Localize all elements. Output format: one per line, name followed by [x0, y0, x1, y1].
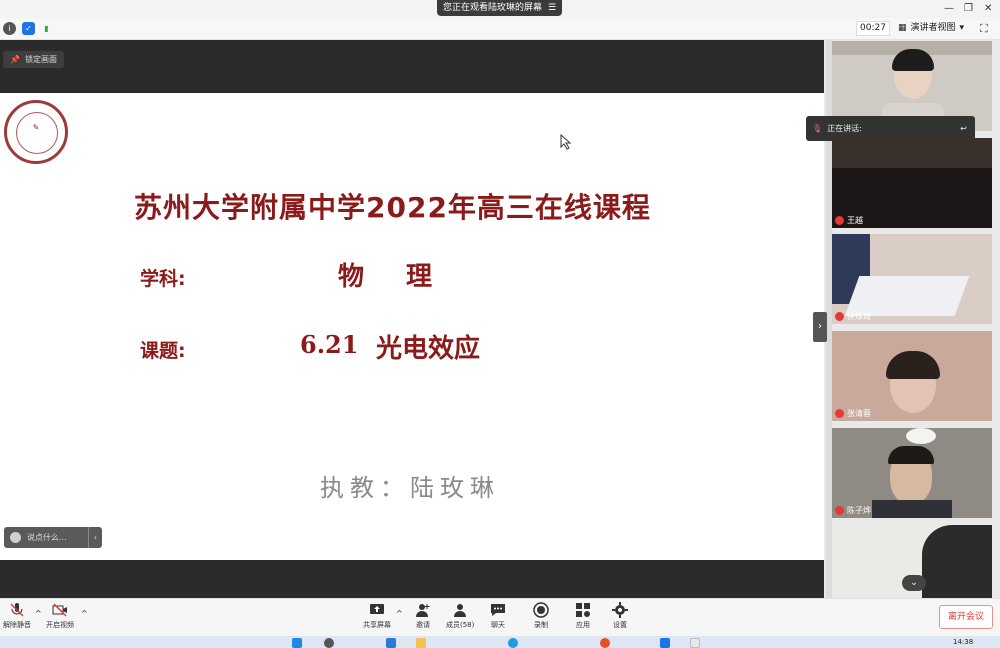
share-banner-text: 您正在观看陆玫琳的屏幕: [443, 3, 543, 13]
gear-icon: [612, 602, 628, 618]
mouse-cursor-icon: [560, 134, 572, 150]
invite-icon: [416, 604, 430, 617]
participant-tile[interactable]: 王越: [832, 138, 992, 228]
chevron-left-icon[interactable]: ‹: [87, 527, 102, 548]
school-logo: ✎: [4, 100, 68, 164]
search-icon[interactable]: [324, 638, 334, 648]
lock-view-button[interactable]: 📌 锁定画面: [3, 51, 64, 68]
apps-button[interactable]: 应用: [575, 602, 591, 630]
pin-icon: 📌: [10, 55, 20, 64]
chat-input[interactable]: 说点什么... ‹: [4, 527, 102, 548]
settings-button[interactable]: 设置: [612, 602, 628, 630]
collapse-panel-button[interactable]: ›: [813, 312, 827, 342]
chat-placeholder: 说点什么...: [27, 533, 67, 542]
document-icon[interactable]: [690, 638, 700, 648]
view-mode-select[interactable]: ▦ 演讲者视图 ▾: [898, 21, 964, 36]
invite-button[interactable]: 邀请: [415, 602, 431, 630]
app-icon[interactable]: [600, 638, 610, 648]
topic-number: 6.21: [300, 330, 359, 359]
chat-button[interactable]: 聊天: [490, 602, 506, 630]
meeting-controls: 解除静音 ^ 开启视频 ^ 共享屏幕 ^ 邀请 成员(58) 聊天 录制 应用 …: [0, 598, 1000, 636]
shared-screen: 📌 锁定画面 ✎ 苏州大学附属中学2022年高三在线课程 学科: 物 理 课题:…: [0, 40, 824, 598]
grid-icon: ▦: [898, 23, 907, 33]
shield-icon[interactable]: ✓: [22, 22, 35, 35]
participant-video: [922, 525, 992, 598]
share-options-icon[interactable]: ^: [396, 609, 403, 618]
video-options-icon[interactable]: ^: [81, 609, 88, 618]
participant-hair: [888, 446, 934, 464]
ceiling-light: [906, 428, 936, 444]
minimize-button[interactable]: —: [944, 3, 954, 14]
participant-tile[interactable]: 张清蓉: [832, 331, 992, 421]
taskbar-clock: 14:38: [953, 638, 974, 646]
desk-paper: [844, 276, 970, 316]
menu-icon[interactable]: ☰: [548, 0, 556, 16]
unmute-button[interactable]: 解除静音: [3, 602, 31, 630]
title-bar: 您正在观看陆玫琳的屏幕 ☰ — ❐ ✕: [0, 0, 1000, 18]
record-icon: [533, 602, 549, 618]
logo-emblem: ✎: [32, 123, 40, 132]
topic-name: 光电效应: [376, 334, 481, 364]
video-off-icon: [52, 603, 67, 617]
leave-meeting-button[interactable]: 离开会议: [939, 605, 993, 629]
share-screen-button[interactable]: 共享屏幕: [363, 602, 391, 630]
participant-tile[interactable]: 陈子烨: [832, 428, 992, 518]
participant-video: [832, 138, 992, 168]
muted-mic-icon: [835, 506, 844, 515]
close-button[interactable]: ✕: [984, 3, 992, 14]
emoji-icon[interactable]: [10, 532, 21, 543]
muted-mic-icon: [10, 603, 24, 617]
participant-name: 张清蓉: [835, 408, 871, 419]
participant-name: 钟炼琦: [835, 311, 871, 322]
start-video-button[interactable]: 开启视频: [46, 602, 74, 630]
participant-hair: [886, 351, 940, 379]
muted-mic-icon: [835, 312, 844, 321]
meeting-timer: 00:27: [856, 21, 890, 36]
participant-tile[interactable]: 钟炼琦: [832, 234, 992, 324]
topic-label: 课题:: [140, 340, 186, 362]
taskview-icon[interactable]: [386, 638, 396, 648]
subject-label: 学科:: [140, 268, 186, 290]
view-mode-label: 演讲者视图: [910, 23, 956, 33]
muted-mic-icon: [835, 216, 844, 225]
folder-icon[interactable]: [416, 638, 426, 648]
meeting-toolbar: i ✓ ▮ 00:27 ▦ 演讲者视图 ▾ ⛶: [0, 18, 1000, 40]
presentation-slide: ✎ 苏州大学附属中学2022年高三在线课程 学科: 物 理 课题: 6.21 光…: [0, 93, 824, 560]
start-icon[interactable]: [292, 638, 302, 648]
signal-icon[interactable]: ▮: [40, 22, 53, 35]
share-banner[interactable]: 您正在观看陆玫琳的屏幕 ☰: [437, 0, 563, 16]
meeting-app-icon[interactable]: [660, 638, 670, 648]
restore-button[interactable]: ❐: [964, 3, 973, 14]
participant-name: 陈子烨: [835, 505, 871, 516]
fullscreen-icon[interactable]: ⛶: [980, 22, 988, 36]
chat-icon: [491, 604, 505, 616]
participant-shirt: [872, 500, 952, 518]
chevron-down-icon[interactable]: ⌄: [902, 575, 926, 591]
mute-options-icon[interactable]: ^: [35, 609, 42, 618]
os-taskbar: 14:38: [0, 636, 1000, 648]
subject-value: 物 理: [338, 262, 441, 292]
members-icon: [454, 604, 467, 617]
participant-tile[interactable]: ⌄: [832, 525, 992, 598]
mic-icon: 🎙: [812, 124, 823, 133]
info-icon[interactable]: i: [3, 22, 16, 35]
chevron-down-icon: ▾: [959, 23, 965, 33]
share-screen-icon: [370, 604, 384, 614]
teacher-name: 执教：陆玫琳: [320, 474, 500, 502]
slide-title: 苏州大学附属中学2022年高三在线课程: [134, 191, 651, 224]
record-button[interactable]: 录制: [533, 602, 549, 630]
members-button[interactable]: 成员(58): [446, 602, 474, 630]
browser-icon[interactable]: [508, 638, 518, 648]
lock-view-label: 锁定画面: [24, 55, 57, 64]
participant-name: 王越: [835, 215, 863, 226]
apps-icon: [576, 603, 590, 617]
muted-mic-icon: [835, 409, 844, 418]
